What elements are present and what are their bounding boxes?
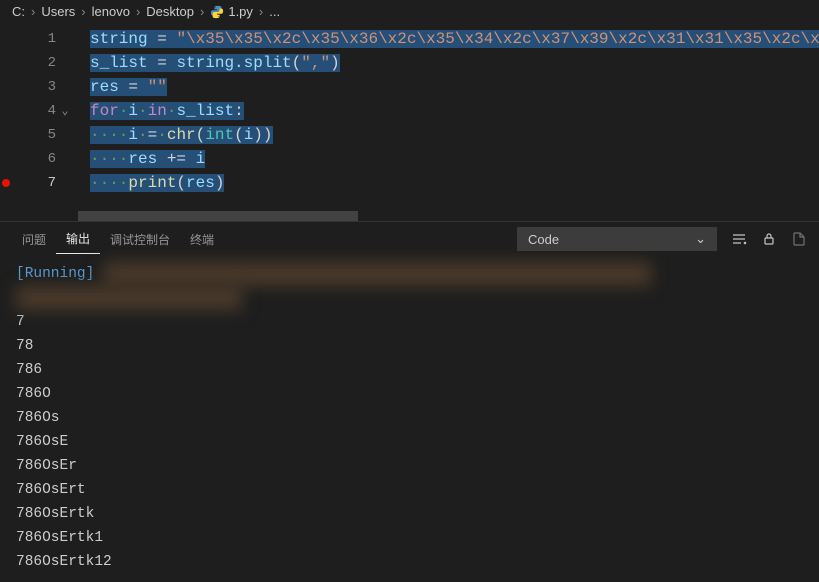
python-file-icon: [210, 5, 224, 19]
output-line: 786OsEr: [16, 454, 803, 478]
line-number: 3: [12, 75, 72, 99]
tab-problems[interactable]: 问题: [12, 225, 56, 254]
code-area[interactable]: string = "\x35\x35\x2c\x35\x36\x2c\x35\x…: [72, 27, 819, 195]
line-number: 2: [12, 51, 72, 75]
code-line[interactable]: s_list = string.split(","): [72, 51, 819, 75]
chevron-right-icon: ›: [81, 4, 85, 19]
line-number: 7: [12, 171, 72, 195]
breadcrumb-part[interactable]: Desktop: [146, 4, 194, 19]
chevron-right-icon: ›: [136, 4, 140, 19]
output-line: 786OsErtk12: [16, 550, 803, 574]
output-filter-select[interactable]: Code ⌄: [517, 227, 717, 251]
code-line[interactable]: res = "": [72, 75, 819, 99]
code-line[interactable]: ····res += i: [72, 147, 819, 171]
running-label: [Running]: [16, 266, 94, 282]
scrollbar-thumb[interactable]: [78, 211, 358, 221]
output-line: 786OsErtk1: [16, 526, 803, 550]
open-file-icon[interactable]: [791, 231, 807, 247]
line-number: 5: [12, 123, 72, 147]
code-line[interactable]: string = "\x35\x35\x2c\x35\x36\x2c\x35\x…: [72, 27, 819, 51]
output-line: 78: [16, 334, 803, 358]
breadcrumb-part[interactable]: C:: [12, 4, 25, 19]
line-number-gutter: 1234⌄567: [12, 27, 72, 195]
breakpoint-icon[interactable]: [2, 179, 10, 187]
chevron-down-icon: ⌄: [695, 231, 706, 247]
tab-debug-console[interactable]: 调试控制台: [100, 225, 180, 254]
filter-selected-label: Code: [528, 232, 559, 247]
breadcrumb[interactable]: C: › Users › lenovo › Desktop › 1.py › .…: [0, 0, 819, 23]
output-line: 786: [16, 358, 803, 382]
line-number: 1: [12, 27, 72, 51]
lock-icon[interactable]: [761, 231, 777, 247]
chevron-right-icon: ›: [200, 4, 204, 19]
output-line: 7: [16, 310, 803, 334]
breakpoint-gutter[interactable]: [0, 27, 12, 195]
code-line[interactable]: ····i·=·chr(int(i)): [72, 123, 819, 147]
output-line: 786Os: [16, 406, 803, 430]
output-line: 786OsErt: [16, 478, 803, 502]
horizontal-scrollbar[interactable]: [0, 211, 819, 221]
breadcrumb-part[interactable]: lenovo: [92, 4, 130, 19]
line-number: 4⌄: [12, 99, 72, 123]
line-number: 6: [12, 147, 72, 171]
chevron-right-icon: ›: [259, 4, 263, 19]
clear-output-icon[interactable]: [731, 231, 747, 247]
code-line[interactable]: ····print(res): [72, 171, 819, 195]
redacted-text: xxxxxxxxxxxxxxxxxxxxxxxxxx: [16, 286, 242, 310]
breadcrumb-part[interactable]: Users: [41, 4, 75, 19]
output-line: 786O: [16, 382, 803, 406]
bottom-panel: 问题 输出 调试控制台 终端 Code ⌄ [Running] xxxxxxxx…: [0, 221, 819, 580]
redacted-text: xxxxxxxxxxxxxxxxxxxxxxxxxxxxxxxxxxxxx xx…: [103, 262, 651, 286]
code-editor[interactable]: 1234⌄567 string = "\x35\x35\x2c\x35\x36\…: [0, 23, 819, 199]
breadcrumb-file[interactable]: 1.py: [228, 4, 253, 19]
tab-terminal[interactable]: 终端: [180, 225, 224, 254]
chevron-right-icon: ›: [31, 4, 35, 19]
breadcrumb-more[interactable]: ...: [269, 4, 280, 19]
panel-tabs: 问题 输出 调试控制台 终端 Code ⌄: [0, 222, 819, 256]
output-line: 786OsErtk: [16, 502, 803, 526]
code-line[interactable]: for·i·in·s_list:: [72, 99, 819, 123]
fold-chevron-icon[interactable]: ⌄: [58, 99, 72, 123]
tab-output[interactable]: 输出: [56, 224, 100, 254]
output-line: 786OsE: [16, 430, 803, 454]
output-content[interactable]: [Running] xxxxxxxxxxxxxxxxxxxxxxxxxxxxxx…: [0, 256, 819, 580]
